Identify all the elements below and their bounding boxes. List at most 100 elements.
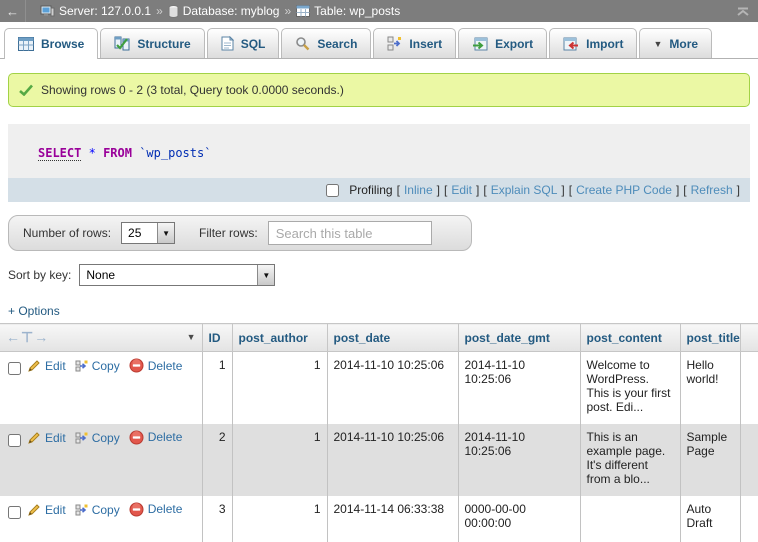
copy-label: Copy [92,359,120,373]
inline-link[interactable]: Inline [404,183,433,197]
copy-icon [75,503,88,517]
breadcrumb-table[interactable]: Table: wp_posts [296,4,400,18]
tab-insert-label: Insert [409,37,442,51]
server-icon [40,5,55,18]
status-message: Showing rows 0 - 2 (3 total, Query took … [8,73,750,107]
edit-query-link[interactable]: Edit [451,183,472,197]
bracket: [ [683,183,686,197]
copy-row-link[interactable]: Copy [75,431,120,445]
delete-row-link[interactable]: Delete [129,430,183,445]
tab-more[interactable]: ▼ More [639,28,712,58]
cell-post-author: 1 [232,352,327,424]
column-header-post-date[interactable]: post_date [327,324,458,352]
breadcrumb: Server: 127.0.0.1 » Database: myblog » T… [26,4,728,18]
column-header-id[interactable]: ID [202,324,232,352]
row-checkbox[interactable] [8,362,21,375]
sort-by-key-select[interactable]: None [80,265,274,285]
filter-rows-label: Filter rows: [199,226,258,240]
sort-by-key-label: Sort by key: [8,268,71,282]
sql-query-code: SELECT * FROM `wp_posts` [8,124,750,178]
edit-row-link[interactable]: Edit [27,431,66,445]
column-header-post-title[interactable]: post_title [680,324,740,352]
tab-search[interactable]: Search [281,28,371,58]
tab-import-label: Import [586,37,623,51]
column-header-cutoff [740,324,758,352]
cell-post-title: Sample Page [680,424,740,496]
row-checkbox[interactable] [8,434,21,447]
edit-row-link[interactable]: Edit [27,359,66,373]
cell-post-author: 1 [232,424,327,496]
breadcrumb-table-label: Table: wp_posts [314,4,400,18]
edit-row-link[interactable]: Edit [27,503,66,517]
explain-sql-link[interactable]: Explain SQL [491,183,558,197]
tab-structure[interactable]: Structure [100,28,204,58]
cell-id: 3 [202,496,232,542]
sort-indicator-icon[interactable]: ▼ [187,332,196,342]
delete-row-link[interactable]: Delete [129,358,183,373]
sql-keyword-from: FROM [103,146,132,160]
cell-post-author: 1 [232,496,327,542]
search-icon [295,36,310,51]
row-actions-cell: Edit Copy Delete [0,352,202,424]
check-icon [19,84,33,96]
delete-label: Delete [148,502,183,516]
structure-icon [114,36,130,51]
bracket: ] [561,183,564,197]
copy-row-link[interactable]: Copy [75,503,120,517]
breadcrumb-database[interactable]: Database: myblog [168,4,280,18]
breadcrumb-server-label: Server: 127.0.0.1 [59,4,151,18]
cell-post-title: Hello world! [680,352,740,424]
breadcrumb-database-label: Database: myblog [183,4,280,18]
sort-by-key-select-wrap: None ▼ [79,264,275,286]
pencil-icon [27,431,41,445]
filter-rows-input[interactable] [268,221,432,245]
sort-by-key-row: Sort by key: None ▼ [8,261,750,289]
row-checkbox[interactable] [8,506,21,519]
breadcrumb-server[interactable]: Server: 127.0.0.1 [40,4,151,18]
column-header-post-author[interactable]: post_author [232,324,327,352]
sql-icon [221,36,234,51]
column-header-post-date-gmt[interactable]: post_date_gmt [458,324,580,352]
cell-post-date: 2014-11-10 10:25:06 [327,352,458,424]
edit-label: Edit [45,503,66,517]
table-icon [296,5,310,17]
cell-post-date-gmt: 0000-00-00 00:00:00 [458,496,580,542]
tab-insert[interactable]: Insert [373,28,456,58]
breadcrumb-separator: » [284,4,291,18]
tab-bar: Browse Structure SQL Search Insert Expor… [0,22,758,59]
copy-label: Copy [92,503,120,517]
edit-label: Edit [45,431,66,445]
tab-more-label: More [669,37,698,51]
collapse-top-icon [736,7,750,16]
cell-cutoff [740,352,758,424]
insert-icon [387,36,402,51]
copy-row-link[interactable]: Copy [75,359,120,373]
options-toggle-link[interactable]: + Options [8,304,60,318]
delete-label: Delete [148,359,183,373]
bracket: ] [737,183,740,197]
number-of-rows-select[interactable]: 25 [122,223,174,243]
tab-export[interactable]: Export [458,28,547,58]
cell-id: 1 [202,352,232,424]
table-row: EditCopyDelete 1 1 2014-11-10 10:25:06 2… [0,352,758,424]
refresh-link[interactable]: Refresh [691,183,733,197]
bracket: [ [569,183,572,197]
cell-cutoff [740,424,758,496]
create-php-code-link[interactable]: Create PHP Code [576,183,672,197]
profiling-label: Profiling [349,183,392,197]
tab-export-label: Export [495,37,533,51]
options-direction-icons[interactable]: ←⊤→ [6,329,49,345]
cell-post-content [580,496,680,542]
delete-row-link[interactable]: Delete [129,502,183,517]
tab-sql[interactable]: SQL [207,28,280,58]
tab-import[interactable]: Import [549,28,637,58]
back-button[interactable]: ← [0,0,26,22]
tab-browse[interactable]: Browse [4,28,98,59]
delete-icon [129,358,144,373]
copy-label: Copy [92,431,120,445]
number-of-rows-label: Number of rows: [23,226,111,240]
profiling-checkbox[interactable] [326,184,339,197]
column-header-post-content[interactable]: post_content [580,324,680,352]
browse-icon [18,37,34,51]
collapse-top-button[interactable] [728,7,758,16]
